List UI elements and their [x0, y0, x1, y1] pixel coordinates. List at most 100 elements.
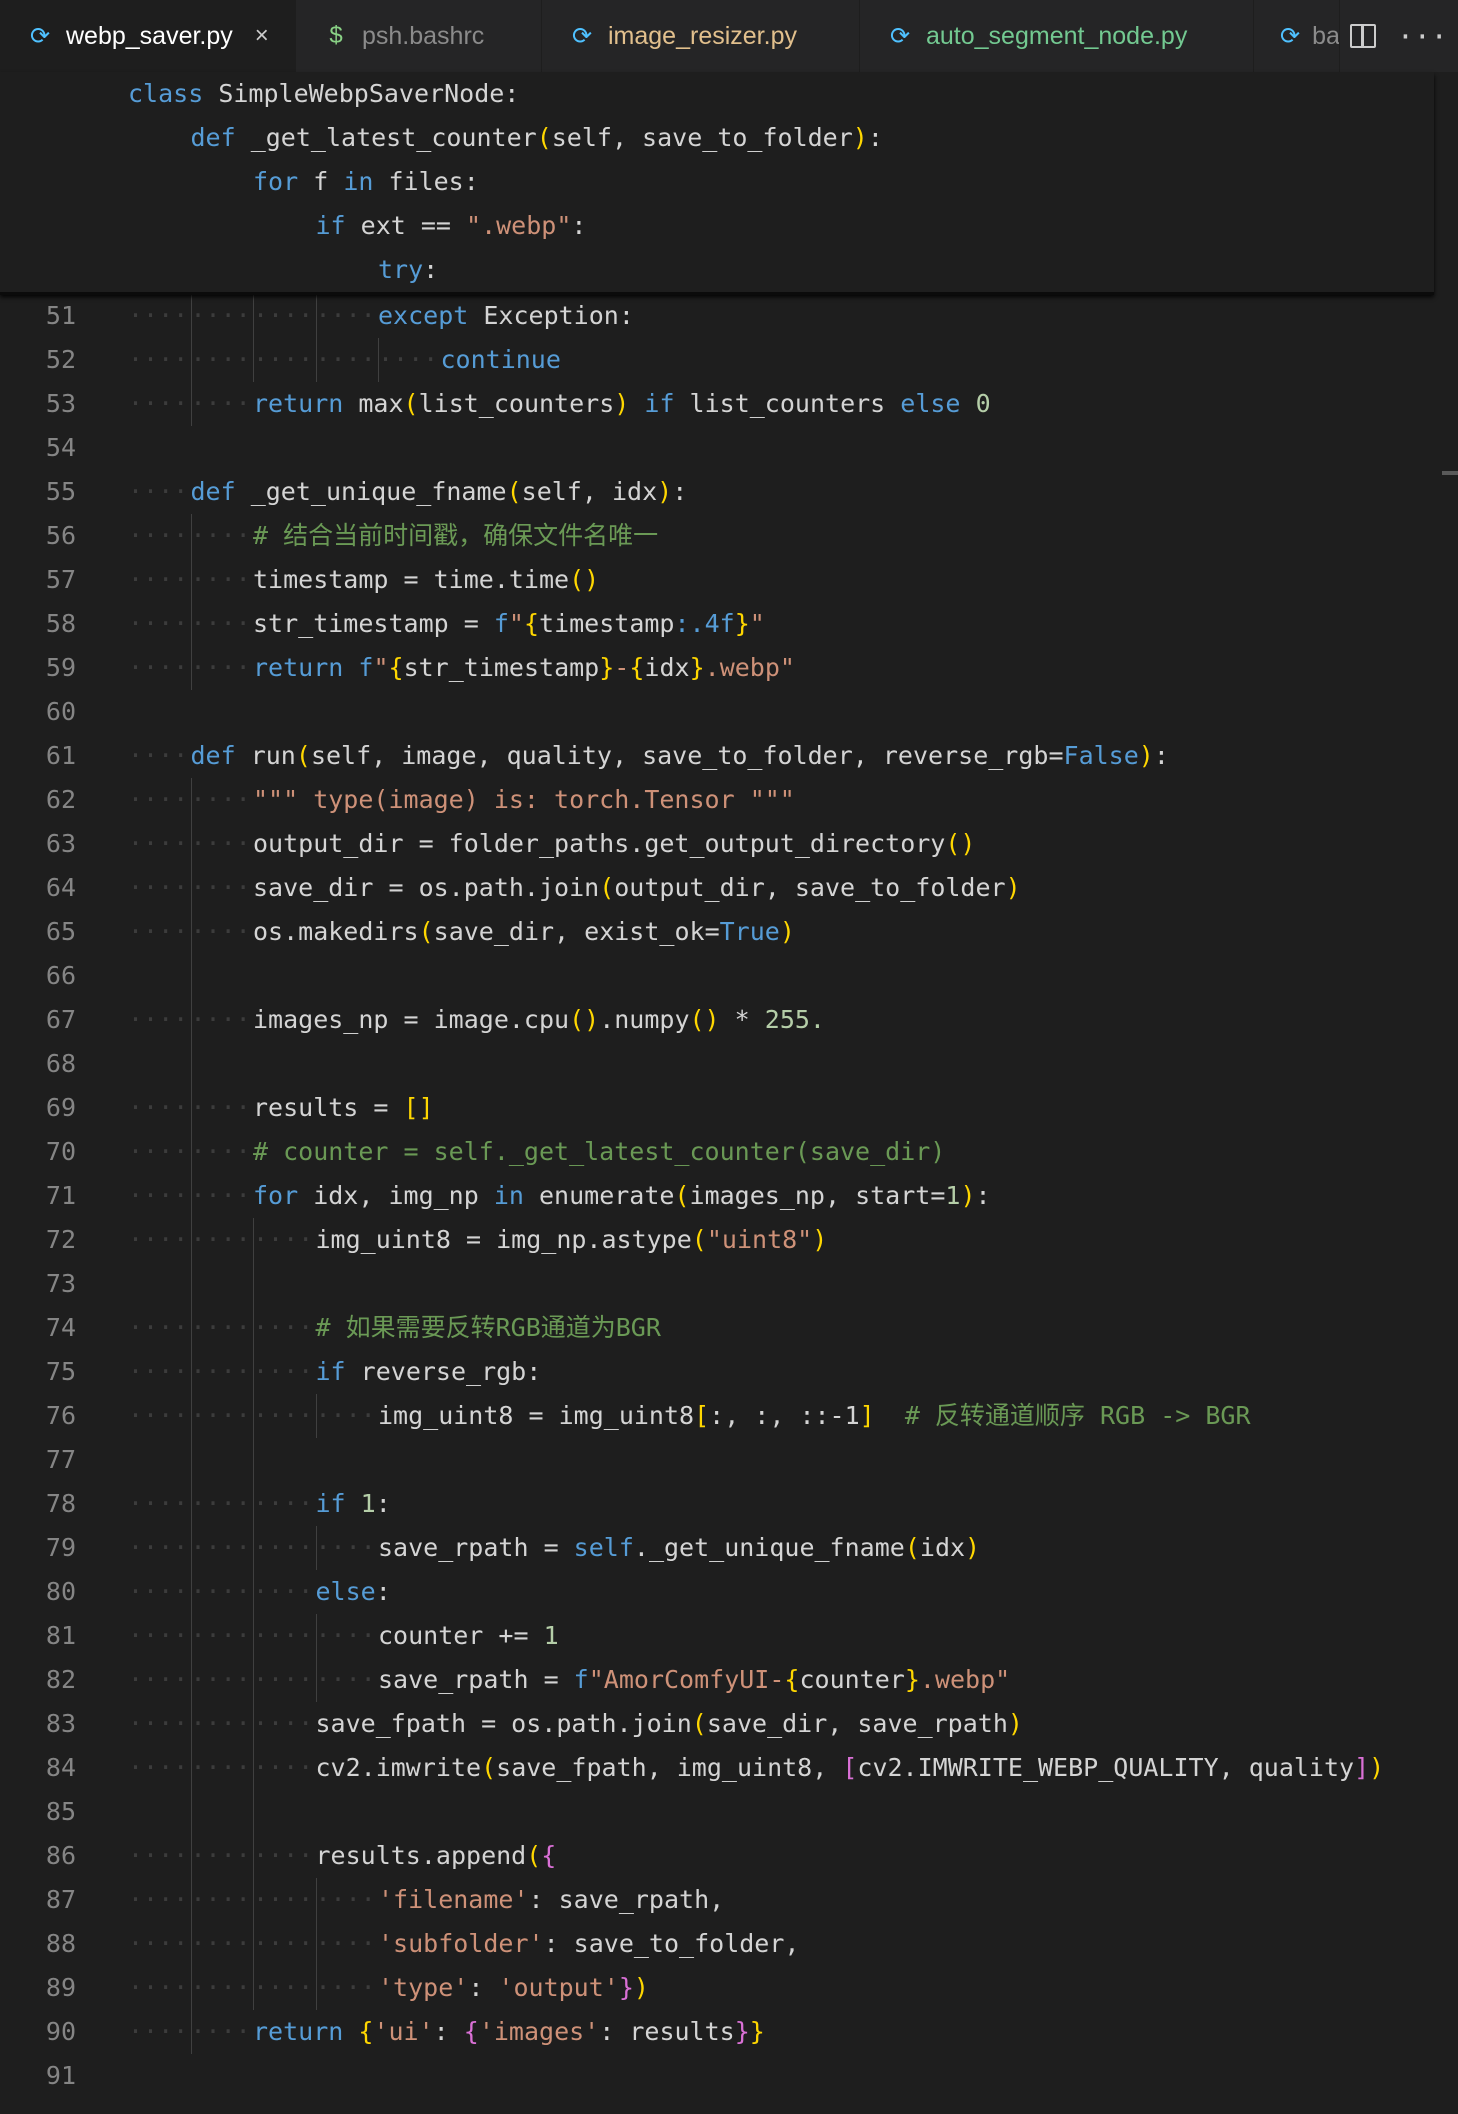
code-token: {	[629, 653, 645, 682]
tab-image-resizer-py[interactable]: ⟳ image_resizer.py	[542, 0, 860, 72]
code-line[interactable]: 83 ···· ···· ···· save_fpath = os.path.join(…	[0, 1702, 1458, 1746]
code-token: f	[573, 1665, 589, 1694]
whitespace-dots: ····	[315, 1885, 376, 1914]
indent-guide	[190, 1526, 192, 1570]
code-token: )	[1369, 1753, 1385, 1782]
code-line[interactable]: 63 ···· ···· output_dir = folder_paths.get_…	[0, 822, 1458, 866]
code-line[interactable]: 59 ···· ···· return f"{str_timestamp}-{idx}…	[0, 646, 1458, 690]
code-token: {	[541, 1841, 557, 1870]
code-line[interactable]: 88 ···· ···· ···· ····'subfolder': save_to_f…	[0, 1922, 1458, 1966]
code-token: SimpleWebpSaverNode:	[203, 79, 520, 108]
code-line[interactable]: 90 ···· ···· return {'ui': {'images': resul…	[0, 2010, 1458, 2054]
tab-ba[interactable]: ⟳ ba	[1254, 0, 1340, 72]
tab-psh-bashrc[interactable]: $ psh.bashrc	[296, 0, 542, 72]
code-line[interactable]: 70 ···· ···· # counter = self._get_latest_c…	[0, 1130, 1458, 1174]
code-token: .numpy	[599, 1005, 690, 1034]
sticky-scroll-line[interactable]: class SimpleWebpSaverNode:	[128, 72, 519, 116]
code-line[interactable]: 89 ···· ···· ···· ····'type': 'output'})	[0, 1966, 1458, 2010]
sticky-scroll-line[interactable]: if ext == ".webp":	[316, 204, 587, 248]
code-token: idx, img_np	[298, 1181, 494, 1210]
code-text: str_timestamp = f"{timestamp:.4f}"	[253, 602, 765, 646]
code-line[interactable]: 51 ···· ···· ···· ···· except Exception:	[0, 294, 1458, 338]
indent-guide	[190, 998, 192, 1042]
sticky-scroll-line[interactable]: try:	[378, 248, 438, 292]
code-token: 1	[543, 1621, 559, 1650]
code-line[interactable]: 87 ···· ···· ···· ····'filename': save_rpath…	[0, 1878, 1458, 1922]
more-actions-icon[interactable]: ···	[1397, 20, 1448, 53]
code-line[interactable]: 79 ···· ···· ···· ···· save_rpath = self._get…	[0, 1526, 1458, 1570]
sticky-scroll-line[interactable]: def _get_latest_counter(self, save_to_fo…	[191, 116, 883, 160]
whitespace-dots: ····	[253, 1841, 314, 1870]
code-token: )	[965, 1533, 981, 1562]
code-line[interactable]: 82 ···· ···· ···· ···· save_rpath = f"AmorCom…	[0, 1658, 1458, 1702]
line-number: 65	[45, 917, 76, 946]
code-token: {	[784, 1665, 800, 1694]
code-line[interactable]: 66	[0, 954, 1458, 998]
whitespace-dots: ····	[190, 1709, 251, 1738]
line-number: 61	[45, 741, 76, 770]
scrollbar-marker[interactable]	[1442, 471, 1458, 475]
code-line[interactable]: 86 ···· ···· ···· results.append({	[0, 1834, 1458, 1878]
code-token: f	[493, 609, 509, 638]
code-line[interactable]: 64 ···· ···· save_dir = os.path.join(output…	[0, 866, 1458, 910]
code-line[interactable]: 53 ···· ···· return max(list_counters) if l…	[0, 382, 1458, 426]
whitespace-dots: ····	[128, 1841, 189, 1870]
code-line[interactable]: 62 ···· ···· """ type(image) is: torch.Tens…	[0, 778, 1458, 822]
indent-guide	[190, 1086, 192, 1130]
code-text: images_np = image.cpu().numpy() * 255.	[253, 998, 825, 1042]
code-line[interactable]: 78 ···· ···· ···· if 1:	[0, 1482, 1458, 1526]
line-number: 87	[45, 1885, 76, 1914]
code-token: idx	[919, 1533, 966, 1562]
code-line[interactable]: 91	[0, 2054, 1458, 2098]
indent-guide	[253, 1570, 254, 1614]
code-line[interactable]: 58 ···· ···· str_timestamp = f"{timestamp:.…	[0, 602, 1458, 646]
code-line[interactable]: 77	[0, 1438, 1458, 1482]
code-line[interactable]: 71 ···· ···· for idx, img_np in enumerate(i…	[0, 1174, 1458, 1218]
code-token: ext ==	[345, 211, 467, 240]
code-line[interactable]: 60	[0, 690, 1458, 734]
code-line[interactable]: 74 ···· ···· ···· # 如果需要反转RGB通道为BGR	[0, 1306, 1458, 1350]
line-number: 69	[45, 1093, 76, 1122]
indent-guide	[378, 338, 379, 382]
code-line[interactable]: 75 ···· ···· ···· if reverse_rgb:	[0, 1350, 1458, 1394]
code-line[interactable]: 73	[0, 1262, 1458, 1306]
code-line[interactable]: 56 ···· ···· # 结合当前时间戳，确保文件名唯一	[0, 514, 1458, 558]
tab-auto-segment-node-py[interactable]: ⟳ auto_segment_node.py	[860, 0, 1254, 72]
code-token: ._get_unique_fname	[633, 1533, 905, 1562]
close-icon[interactable]: ×	[255, 22, 269, 50]
indent-guide	[315, 1614, 317, 1658]
code-line[interactable]: 57 ···· ···· timestamp = time.time()	[0, 558, 1458, 602]
code-line[interactable]: 72 ···· ···· ···· img_uint8 = img_np.astype(…	[0, 1218, 1458, 1262]
code-line[interactable]: 61 ···· def run(self, image, quality, save…	[0, 734, 1458, 778]
code-line[interactable]: 68	[0, 1042, 1458, 1086]
whitespace-dots: ····	[253, 1753, 314, 1782]
indent-guide	[190, 558, 192, 602]
code-line[interactable]: 69 ···· ···· results = []	[0, 1086, 1458, 1130]
code-token: 'type'	[378, 1973, 469, 2002]
code-line[interactable]: 65 ···· ···· os.makedirs(save_dir, exist_ok…	[0, 910, 1458, 954]
code-token: {	[388, 653, 404, 682]
code-text: results = []	[253, 1086, 434, 1130]
code-token: _get_unique_fname	[235, 477, 507, 506]
code-line[interactable]: 84 ···· ···· ···· cv2.imwrite(save_fpath, im…	[0, 1746, 1458, 1790]
code-token: "	[508, 609, 524, 638]
sticky-scroll-line[interactable]: for f in files:	[253, 160, 479, 204]
code-line[interactable]: 80 ···· ···· ···· else:	[0, 1570, 1458, 1614]
code-line[interactable]: 52 ···· ···· ···· ···· ···· continue	[0, 338, 1458, 382]
indent-guide	[190, 1350, 192, 1394]
code-line[interactable]: 85	[0, 1790, 1458, 1834]
code-line[interactable]: 54	[0, 426, 1458, 470]
sticky-scroll-header[interactable]: class SimpleWebpSaverNode: def _get_lates…	[0, 72, 1434, 294]
python-icon: ⟳	[889, 22, 911, 50]
code-token: :	[672, 477, 688, 506]
code-line[interactable]: 81 ···· ···· ···· ···· counter += 1	[0, 1614, 1458, 1658]
code-token: ()	[569, 565, 600, 594]
whitespace-dots: ····	[190, 1313, 251, 1342]
code-token: def	[190, 741, 236, 770]
code-line[interactable]: 67 ···· ···· images_np = image.cpu().numpy(…	[0, 998, 1458, 1042]
code-line[interactable]: 76 ···· ···· ···· ···· img_uint8 = img_uint8[…	[0, 1394, 1458, 1438]
code-line[interactable]: 55 ···· def _get_unique_fname(self, idx):	[0, 470, 1458, 514]
indent-guide	[190, 1834, 192, 1878]
split-editor-icon[interactable]	[1350, 24, 1377, 48]
tab-webp-saver-py[interactable]: ⟳ webp_saver.py ×	[0, 0, 296, 72]
